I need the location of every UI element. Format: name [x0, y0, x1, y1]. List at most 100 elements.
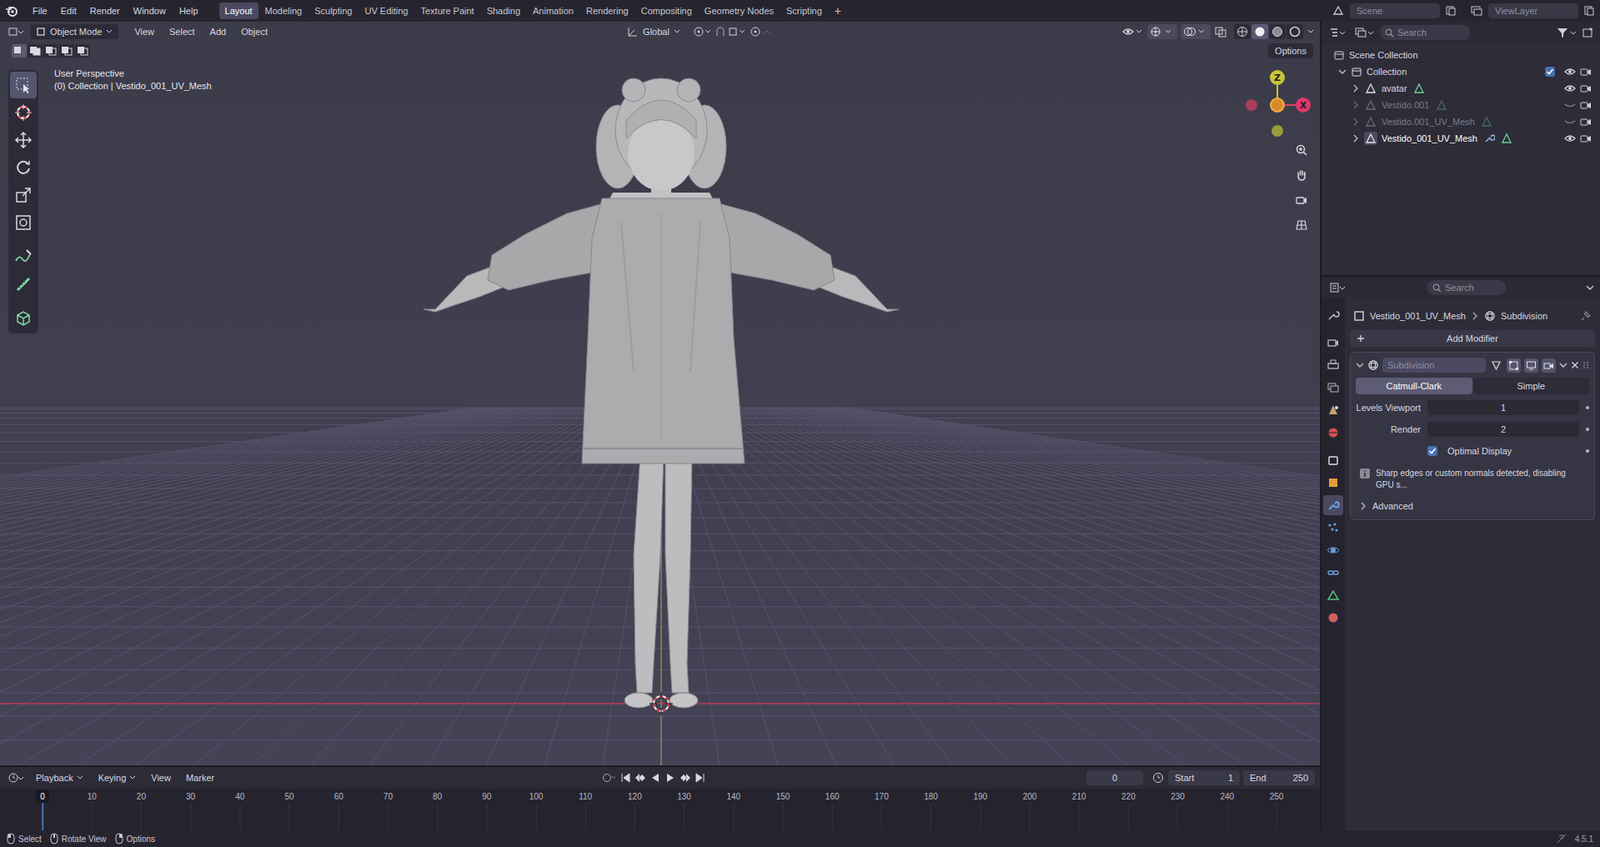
keyframe-dot[interactable] — [1585, 427, 1590, 432]
timeline-menu[interactable]: Marker — [180, 770, 221, 786]
viewport-menu[interactable]: Add — [204, 24, 233, 40]
modifier-name-field[interactable]: Subdivision — [1382, 357, 1486, 373]
end-frame-field[interactable]: End250 — [1243, 770, 1315, 786]
xray-icon[interactable] — [1213, 25, 1228, 38]
overlays-toggle[interactable] — [1180, 24, 1211, 40]
neg-x-axis-icon[interactable] — [1245, 99, 1258, 111]
view-layer-icon[interactable] — [1469, 4, 1484, 18]
outliner-item[interactable]: Vestido.001 — [1333, 96, 1592, 114]
3d-viewport[interactable]: Object ModeViewSelectAddObjectGlobalOpti… — [0, 21, 1320, 766]
visibility-icon[interactable] — [1122, 25, 1144, 38]
select-mode-button[interactable] — [43, 44, 59, 58]
timeline-menu[interactable]: View — [145, 770, 177, 786]
duplicate-icon[interactable] — [1444, 5, 1457, 17]
collapse-arrow-icon[interactable] — [1355, 361, 1365, 370]
3d-cursor[interactable] — [649, 692, 673, 716]
record-icon[interactable] — [601, 772, 617, 784]
render-camera-icon[interactable] — [1579, 65, 1592, 78]
properties-tab[interactable] — [1323, 540, 1344, 561]
workspace-tab[interactable]: Geometry Nodes — [698, 2, 780, 20]
scene-canvas[interactable] — [0, 21, 1320, 766]
tool-button[interactable] — [10, 154, 37, 181]
tool-button[interactable] — [10, 270, 37, 298]
shading-button[interactable] — [1286, 24, 1304, 40]
editor-type-button[interactable] — [5, 770, 27, 786]
shading-options-icon[interactable] — [1306, 25, 1315, 38]
menu-item[interactable]: Render — [84, 3, 126, 19]
view-layer-field[interactable]: ViewLayer — [1488, 3, 1579, 19]
number-field[interactable]: 1 — [1427, 400, 1580, 416]
menu-item[interactable]: File — [26, 3, 54, 19]
number-field[interactable]: 2 — [1427, 421, 1580, 437]
new-collection-icon[interactable] — [1581, 26, 1595, 39]
display-mode-button[interactable] — [1351, 25, 1377, 41]
expand-arrow-icon[interactable] — [1351, 117, 1360, 126]
menu-item[interactable]: Help — [173, 3, 205, 19]
editor-type-button[interactable] — [5, 24, 27, 40]
gizmo-toggle[interactable] — [1147, 24, 1178, 40]
duplicate-icon[interactable] — [1583, 5, 1595, 17]
expand-arrow-icon[interactable] — [1351, 100, 1360, 110]
properties-tab[interactable] — [1323, 422, 1344, 443]
tool-button[interactable] — [10, 181, 37, 209]
expand-arrow-icon[interactable] — [1351, 134, 1360, 143]
pan-button[interactable] — [1289, 163, 1314, 187]
properties-tab[interactable] — [1323, 377, 1344, 398]
eye-closed-icon[interactable] — [1564, 115, 1576, 128]
modifier-toggle[interactable] — [1541, 358, 1556, 373]
expand-arrow-icon[interactable] — [1351, 84, 1360, 93]
workspace-tab[interactable]: Layout — [219, 2, 259, 20]
properties-tab[interactable] — [1323, 355, 1344, 376]
workspace-tab[interactable]: Scripting — [780, 2, 828, 20]
eye-icon[interactable] — [1564, 132, 1576, 145]
editor-type-button[interactable] — [1326, 280, 1349, 296]
play-reverse-icon[interactable] — [649, 772, 662, 784]
method-option[interactable]: Catmull-Clark — [1355, 377, 1473, 395]
properties-tab[interactable] — [1323, 517, 1344, 538]
render-camera-icon[interactable] — [1579, 99, 1592, 111]
eye-closed-icon[interactable] — [1564, 99, 1576, 111]
timeline-menu[interactable]: Playback — [30, 770, 90, 786]
next-keyframe-icon[interactable] — [679, 772, 692, 784]
mesh-data-icon[interactable] — [1435, 99, 1448, 111]
outliner-item[interactable]: Vestido_001_UV_Mesh — [1333, 130, 1592, 147]
prev-keyframe-icon[interactable] — [634, 772, 647, 784]
tool-button[interactable] — [10, 243, 37, 271]
mesh-data-icon[interactable] — [1480, 115, 1493, 128]
eye-icon[interactable] — [1564, 82, 1576, 95]
jump-end-icon[interactable] — [694, 772, 707, 784]
shading-button[interactable] — [1268, 24, 1286, 40]
tool-button[interactable] — [10, 305, 37, 332]
modifier-menu-icon[interactable] — [1559, 361, 1568, 370]
start-frame-field[interactable]: Start1 — [1168, 770, 1240, 786]
scene-field[interactable]: Scene — [1349, 3, 1440, 19]
zoom-button[interactable] — [1289, 138, 1314, 162]
viewport-options-button[interactable]: Options — [1268, 43, 1314, 59]
remove-icon[interactable] — [1570, 361, 1580, 370]
workspace-tab[interactable]: Modeling — [259, 2, 309, 20]
timeline-ruler[interactable]: 1020304050607080901001101201301401501601… — [0, 788, 1320, 831]
keyframe-dot[interactable] — [1585, 449, 1590, 453]
preview-range-icon[interactable] — [1151, 771, 1165, 785]
properties-search[interactable]: Search — [1427, 280, 1506, 296]
orientation-dropdown[interactable]: Global — [621, 23, 687, 41]
snap-icon[interactable] — [714, 25, 747, 38]
add-modifier-button[interactable]: Add Modifier — [1349, 330, 1595, 347]
tool-button[interactable] — [10, 71, 37, 99]
workspace-tab[interactable]: UV Editing — [358, 2, 414, 20]
workspace-tab[interactable]: Rendering — [580, 2, 635, 20]
render-camera-icon[interactable] — [1579, 132, 1592, 145]
properties-tab[interactable] — [1323, 607, 1344, 628]
wrench-icon[interactable] — [1483, 132, 1495, 145]
modifier-toggle[interactable] — [1524, 358, 1539, 373]
options-dropdown-icon[interactable] — [1584, 282, 1595, 293]
mesh-data-icon[interactable] — [1413, 82, 1425, 95]
select-mode-button[interactable] — [27, 44, 43, 58]
expand-arrow-icon[interactable] — [1338, 67, 1347, 76]
scene-collection-row[interactable]: Scene Collection — [1333, 46, 1592, 64]
workspace-tab[interactable]: Compositing — [635, 2, 698, 20]
proportional-edit-icon[interactable] — [749, 25, 775, 38]
collection-row[interactable]: Collection — [1333, 63, 1592, 81]
eye-icon[interactable] — [1564, 65, 1576, 78]
render-camera-icon[interactable] — [1579, 82, 1592, 95]
